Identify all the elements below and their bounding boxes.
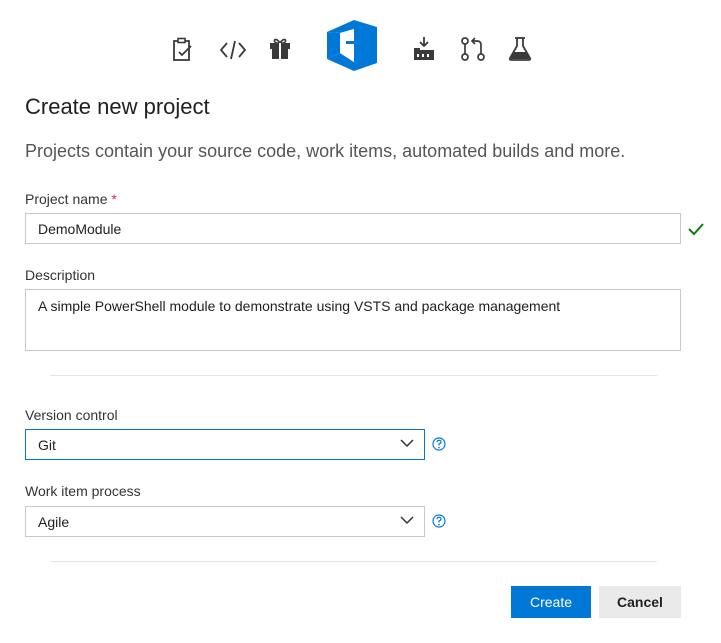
help-icon[interactable] xyxy=(432,514,446,528)
work-item-process-label: Work item process xyxy=(25,483,141,499)
vsts-logo-icon xyxy=(327,20,377,71)
description-label: Description xyxy=(25,267,96,283)
project-name-input[interactable] xyxy=(25,213,681,244)
cancel-button[interactable]: Cancel xyxy=(599,586,681,618)
page-title: Create new project xyxy=(25,94,210,119)
section-divider xyxy=(50,561,657,562)
boards-icon xyxy=(173,37,192,61)
help-icon[interactable] xyxy=(432,437,446,451)
service-icon-row xyxy=(0,0,721,80)
version-control-select[interactable]: Git xyxy=(25,429,425,460)
description-textarea[interactable]: A simple PowerShell module to demonstrat… xyxy=(25,289,681,351)
chevron-down-icon xyxy=(400,439,414,448)
create-button[interactable]: Create xyxy=(511,586,591,618)
work-item-process-select[interactable]: Agile xyxy=(25,506,425,537)
test-flask-icon xyxy=(508,37,532,61)
description-value: A simple PowerShell module to demonstrat… xyxy=(38,298,561,314)
version-control-label: Version control xyxy=(25,407,118,423)
build-icon xyxy=(414,37,434,60)
version-control-value: Git xyxy=(38,437,56,453)
gift-icon xyxy=(270,38,290,59)
required-marker: * xyxy=(111,191,117,207)
page-subtitle: Projects contain your source code, work … xyxy=(25,141,626,161)
valid-check-icon xyxy=(688,223,704,236)
project-name-label-text: Project name xyxy=(25,191,108,207)
chevron-down-icon xyxy=(400,516,414,525)
project-name-label: Project name * xyxy=(25,191,117,207)
work-item-process-value: Agile xyxy=(38,514,70,530)
pull-request-icon xyxy=(461,37,485,61)
section-divider xyxy=(50,375,657,376)
code-icon xyxy=(219,40,247,60)
